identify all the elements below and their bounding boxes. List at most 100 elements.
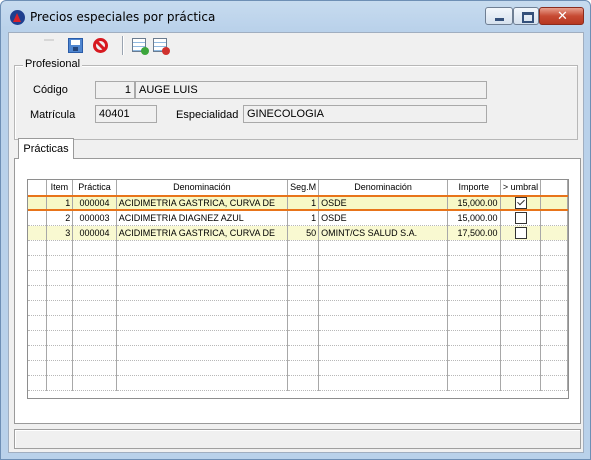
empty-row[interactable] bbox=[28, 345, 568, 361]
cell-item[interactable]: 2 bbox=[46, 210, 74, 226]
checkbox-unchecked[interactable] bbox=[514, 212, 527, 224]
save-icon[interactable] bbox=[68, 38, 83, 53]
column-header-denominacion[interactable]: Denominación bbox=[116, 180, 289, 196]
practicas-grid[interactable]: Item Práctica Denominación Seg.M Denomin… bbox=[27, 179, 569, 399]
empty-cell bbox=[28, 285, 47, 301]
cell-practica[interactable]: 000003 bbox=[72, 210, 117, 226]
empty-row[interactable] bbox=[28, 285, 568, 301]
empty-row[interactable] bbox=[28, 315, 568, 331]
cell-practica[interactable]: 000004 bbox=[72, 195, 117, 211]
column-header-filler bbox=[540, 180, 568, 196]
cell-umbral[interactable] bbox=[500, 225, 542, 241]
close-button[interactable]: ✕ bbox=[539, 7, 584, 25]
empty-cell bbox=[46, 270, 74, 286]
column-header-denominacion-os[interactable]: Denominación bbox=[318, 180, 449, 196]
cancel-icon[interactable] bbox=[93, 38, 108, 53]
cell-umbral[interactable] bbox=[500, 195, 542, 211]
delete-row-icon[interactable] bbox=[153, 38, 170, 55]
matricula-field[interactable]: 40401 bbox=[95, 105, 157, 123]
cell-item[interactable]: 3 bbox=[46, 225, 74, 241]
table-row[interactable]: 1 000004 ACIDIMETRIA GASTRICA, CURVA DE 1 OS… bbox=[28, 195, 568, 211]
column-header-item[interactable]: Item bbox=[46, 180, 74, 196]
column-header-seg[interactable]: Seg.M bbox=[287, 180, 320, 196]
title-bar[interactable]: Precios especiales por práctica ✕ bbox=[1, 1, 590, 31]
empty-cell bbox=[116, 360, 289, 376]
empty-cell bbox=[540, 345, 568, 361]
app-window: Precios especiales por práctica ✕ Profes… bbox=[0, 0, 591, 460]
row-indicator bbox=[28, 225, 47, 241]
cell-os[interactable]: OSDE bbox=[318, 210, 449, 226]
empty-row[interactable] bbox=[28, 255, 568, 271]
column-header-practica[interactable]: Práctica bbox=[72, 180, 117, 196]
empty-cell bbox=[500, 315, 542, 331]
empty-cell bbox=[447, 330, 501, 346]
empty-cell bbox=[28, 270, 47, 286]
empty-row[interactable] bbox=[28, 360, 568, 376]
cell-os[interactable]: OMINT/CS SALUD S.A. bbox=[318, 225, 449, 241]
empty-cell bbox=[46, 285, 74, 301]
empty-cell bbox=[46, 345, 74, 361]
cell-denominacion[interactable]: ACIDIMETRIA DIAGNEZ AZUL bbox=[116, 210, 289, 226]
empty-cell bbox=[116, 240, 289, 256]
empty-row[interactable] bbox=[28, 270, 568, 286]
add-row-icon[interactable] bbox=[132, 38, 149, 55]
empty-cell bbox=[500, 255, 542, 271]
codigo-field[interactable]: 1 bbox=[95, 81, 135, 99]
empty-row[interactable] bbox=[28, 240, 568, 256]
selection-border-top bbox=[28, 195, 568, 197]
empty-cell bbox=[28, 345, 47, 361]
empty-cell bbox=[500, 375, 542, 391]
empty-cell bbox=[287, 255, 320, 271]
cell-filler bbox=[540, 195, 568, 211]
cell-importe[interactable]: 15,000.00 bbox=[447, 210, 501, 226]
table-row[interactable]: 2 000003 ACIDIMETRIA DIAGNEZ AZUL 1 OSDE 15,0… bbox=[28, 210, 568, 226]
app-logo-icon bbox=[10, 10, 25, 25]
checkbox-unchecked[interactable] bbox=[514, 227, 527, 239]
checkbox-checked[interactable] bbox=[514, 197, 527, 209]
client-area: Profesional Código 1 AUGE LUIS Matrícula… bbox=[8, 32, 584, 453]
nombre-field[interactable]: AUGE LUIS bbox=[135, 81, 487, 99]
empty-cell bbox=[500, 300, 542, 316]
new-icon[interactable] bbox=[41, 37, 57, 53]
minimize-button[interactable] bbox=[485, 7, 513, 25]
cell-item[interactable]: 1 bbox=[46, 195, 74, 211]
empty-cell bbox=[28, 255, 47, 271]
empty-cell bbox=[540, 315, 568, 331]
empty-cell bbox=[447, 345, 501, 361]
cell-os[interactable]: OSDE bbox=[318, 195, 449, 211]
matricula-label: Matrícula bbox=[30, 109, 76, 121]
cell-seg[interactable]: 1 bbox=[287, 210, 320, 226]
cell-importe[interactable]: 17,500.00 bbox=[447, 225, 501, 241]
empty-cell bbox=[318, 360, 449, 376]
empty-cell bbox=[72, 240, 117, 256]
cell-seg[interactable]: 50 bbox=[287, 225, 320, 241]
maximize-button[interactable] bbox=[513, 7, 539, 25]
maximize-icon bbox=[522, 12, 534, 23]
empty-cell bbox=[287, 360, 320, 376]
cell-denominacion[interactable]: ACIDIMETRIA GASTRICA, CURVA DE bbox=[116, 225, 289, 241]
empty-cell bbox=[540, 375, 568, 391]
cell-practica[interactable]: 000004 bbox=[72, 225, 117, 241]
column-header-importe[interactable]: Importe bbox=[447, 180, 501, 196]
row-indicator bbox=[28, 210, 47, 226]
cell-denominacion[interactable]: ACIDIMETRIA GASTRICA, CURVA DE bbox=[116, 195, 289, 211]
cell-filler bbox=[540, 225, 568, 241]
empty-cell bbox=[540, 285, 568, 301]
empty-cell bbox=[72, 300, 117, 316]
empty-row[interactable] bbox=[28, 300, 568, 316]
cell-umbral[interactable] bbox=[500, 210, 542, 226]
especialidad-field[interactable]: GINECOLOGIA bbox=[243, 105, 487, 123]
tab-practicas[interactable]: Prácticas bbox=[18, 138, 74, 159]
empty-cell bbox=[447, 375, 501, 391]
table-row[interactable]: 3 000004 ACIDIMETRIA GASTRICA, CURVA DE 50 O… bbox=[28, 225, 568, 241]
practicas-table: Item Práctica Denominación Seg.M Denomin… bbox=[28, 180, 568, 391]
empty-cell bbox=[116, 330, 289, 346]
cell-importe[interactable]: 15,000.00 bbox=[447, 195, 501, 211]
column-header-umbral[interactable]: > umbral bbox=[500, 180, 542, 196]
empty-cell bbox=[116, 285, 289, 301]
cell-seg[interactable]: 1 bbox=[287, 195, 320, 211]
empty-cell bbox=[447, 270, 501, 286]
empty-row[interactable] bbox=[28, 330, 568, 346]
profesional-group: Profesional Código 1 AUGE LUIS Matrícula… bbox=[14, 58, 578, 140]
empty-row[interactable] bbox=[28, 375, 568, 391]
